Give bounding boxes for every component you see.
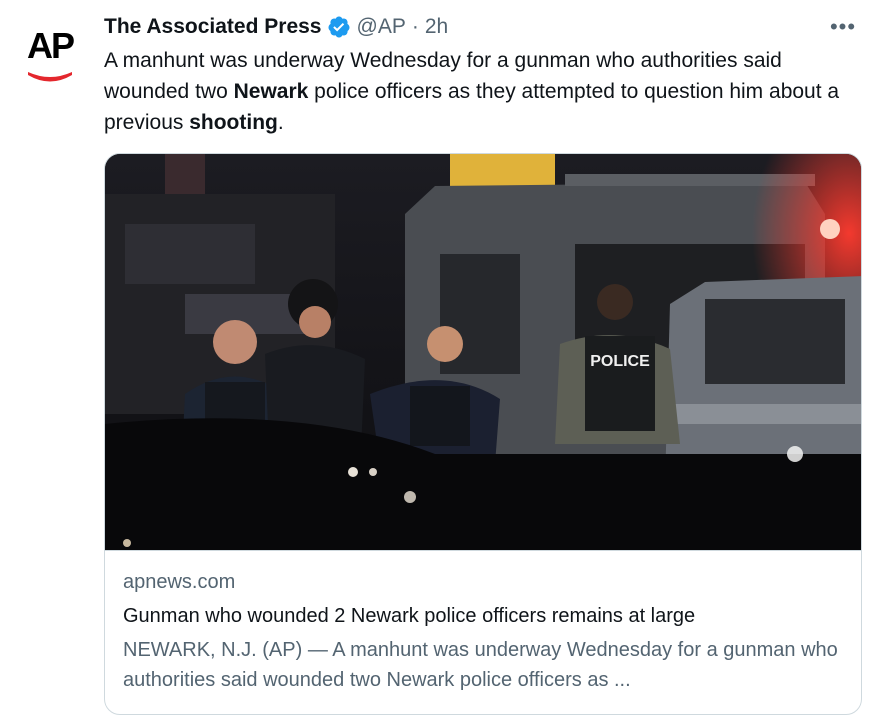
separator: · <box>411 15 419 38</box>
tweet-header: The Associated Press @AP · 2h ••• <box>104 12 862 42</box>
card-meta: apnews.com Gunman who wounded 2 Newark p… <box>105 550 861 695</box>
more-options-icon[interactable]: ••• <box>824 12 862 42</box>
display-name[interactable]: The Associated Press <box>104 15 322 39</box>
tweet-text-part: . <box>277 111 284 134</box>
hashtag-shooting[interactable]: shooting <box>189 111 278 134</box>
timestamp[interactable]: 2h <box>425 15 448 39</box>
card-description: NEWARK, N.J. (AP) — A manhunt was underw… <box>123 639 838 691</box>
card-image[interactable]: POLICE <box>105 154 862 550</box>
tweet[interactable]: AP The Associated Press @AP · 2h ••• A m… <box>0 0 882 724</box>
ap-logo-icon: AP <box>16 18 84 86</box>
handle[interactable]: @AP <box>357 15 406 39</box>
link-card[interactable]: POLICE apnews.com Gunman who wounded 2 N… <box>104 153 862 715</box>
tweet-text: A manhunt was underway Wednesday for a g… <box>104 45 844 138</box>
vest-text: POLICE <box>590 353 650 370</box>
card-title[interactable]: Gunman who wounded 2 Newark police offic… <box>123 601 843 631</box>
verified-badge-icon <box>327 15 351 39</box>
avatar[interactable]: AP <box>16 18 84 86</box>
tweet-content: The Associated Press @AP · 2h ••• A manh… <box>104 12 862 138</box>
avatar-text: AP <box>27 25 74 66</box>
card-domain: apnews.com <box>123 571 236 593</box>
hashtag-newark[interactable]: Newark <box>234 80 309 103</box>
